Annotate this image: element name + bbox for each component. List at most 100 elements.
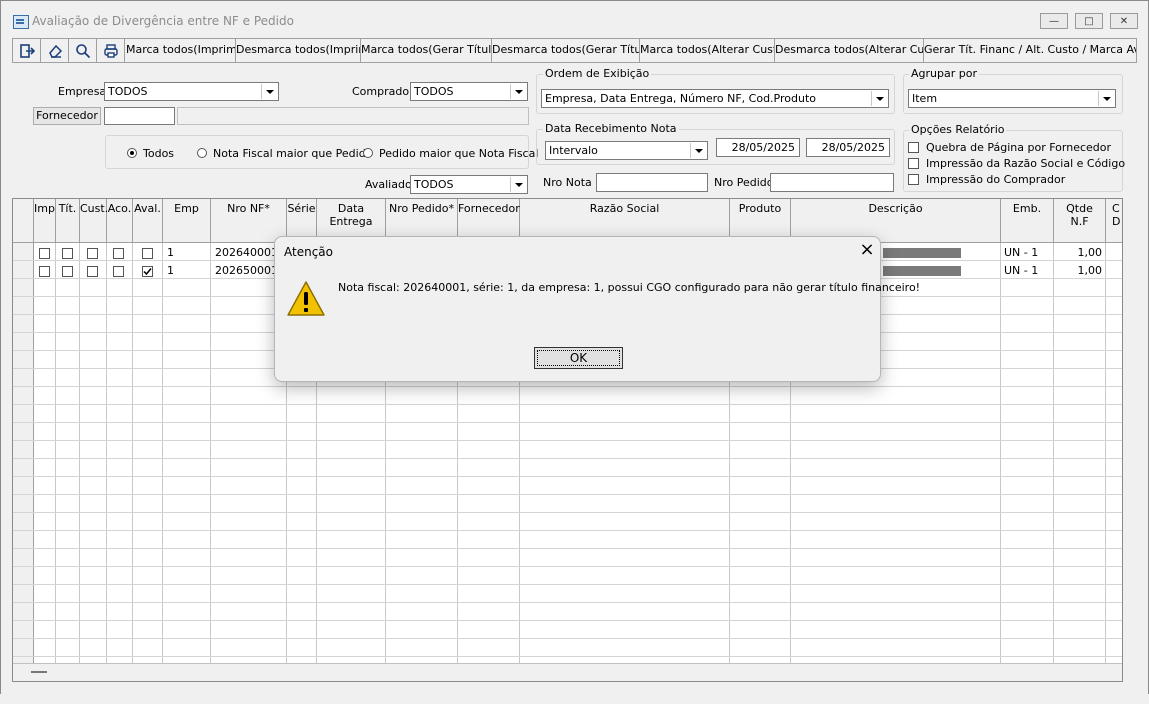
row1-aval-checkbox[interactable] [142, 248, 153, 259]
ok-button[interactable]: OK [534, 347, 623, 369]
row2-descricao-redacted [883, 266, 961, 276]
chevron-down-icon [510, 177, 526, 192]
radio-todos[interactable] [127, 148, 137, 158]
clear-button[interactable] [41, 39, 69, 62]
col-qtde-nf[interactable]: Qtde N.F [1054, 199, 1106, 243]
razao-social-checkbox[interactable] [908, 158, 919, 169]
grid-vline [210, 243, 211, 663]
empresa-select[interactable]: TODOS [104, 82, 279, 101]
close-window-button[interactable]: ✕ [1110, 13, 1138, 29]
nro-nota-input[interactable] [596, 173, 708, 192]
close-icon: × [859, 239, 875, 260]
empresa-label: Empresa [58, 85, 107, 98]
col-aco[interactable]: Aco. [107, 199, 133, 243]
nro-pedido-input[interactable] [770, 173, 894, 192]
row2-aco-checkbox[interactable] [113, 266, 124, 277]
quebra-pagina-checkbox[interactable] [908, 142, 919, 153]
chevron-down-icon [510, 84, 526, 99]
agrupar-legend: Agrupar por [909, 67, 979, 80]
col-emb[interactable]: Emb. [1001, 199, 1054, 243]
col-qtde-line1: Qtde [1066, 202, 1093, 215]
minimize-button[interactable]: — [1040, 13, 1068, 29]
mark-all-cost-button[interactable]: Marca todos(Alterar Custo) [640, 39, 775, 62]
row1-tit-checkbox[interactable] [62, 248, 73, 259]
row2-imp-checkbox[interactable] [39, 266, 50, 277]
radio-nf-maior[interactable] [197, 148, 207, 158]
col-cust[interactable]: Cust. [80, 199, 108, 243]
grid-hline [13, 494, 1122, 495]
ordem-value: Empresa, Data Entrega, Número NF, Cod.Pr… [545, 92, 816, 105]
row2-nro-nf: 202650001 [215, 264, 278, 277]
radio-pedido-maior-label: Pedido maior que Nota Fiscal [379, 147, 539, 160]
grid-hline [13, 638, 1122, 639]
grid-hline [13, 620, 1122, 621]
restore-button[interactable]: □ [1075, 13, 1103, 29]
ordem-legend: Ordem de Exibição [543, 67, 652, 80]
grid-hline [13, 602, 1122, 603]
comprador-print-label: Impressão do Comprador [926, 173, 1066, 186]
grid-vline [55, 243, 56, 663]
col-emp[interactable]: Emp [163, 199, 211, 243]
unmark-all-title-button[interactable]: Desmarca todos(Gerar Título) [492, 39, 640, 62]
search-button[interactable] [69, 39, 97, 62]
row2-cust-checkbox[interactable] [87, 266, 98, 277]
row2-tit-checkbox[interactable] [62, 266, 73, 277]
status-strip [0, 694, 1149, 704]
mark-all-title-button[interactable]: Marca todos(Gerar Título) [361, 39, 492, 62]
row1-aco-checkbox[interactable] [113, 248, 124, 259]
warning-icon [287, 281, 325, 316]
row2-emb: UN - 1 [1004, 264, 1039, 277]
search-icon [75, 44, 90, 59]
fornecedor-code-input[interactable] [104, 107, 175, 125]
agrupar-value: Item [912, 92, 938, 105]
opcoes-legend: Opções Relatório [909, 123, 1007, 136]
chevron-down-icon [690, 143, 706, 158]
col-aval[interactable]: Aval. [133, 199, 163, 243]
row2-aval-checkbox[interactable] [142, 266, 153, 277]
col-nro-nf[interactable]: Nro NF* [211, 199, 287, 243]
avaliado-select[interactable]: TODOS [410, 175, 528, 194]
title-bar: Avaliação de Divergência entre NF e Pedi… [1, 1, 1148, 37]
col-next-line2: D [1112, 215, 1121, 228]
row2-qtde: 1,00 [1077, 264, 1103, 277]
row-indicator-column [13, 243, 34, 663]
row1-descricao-redacted [883, 248, 961, 258]
exit-button[interactable] [13, 39, 41, 62]
grid-hline [13, 422, 1122, 423]
grid-hline [13, 404, 1122, 405]
print-icon [103, 44, 118, 58]
grid-hline [13, 566, 1122, 567]
nro-nota-label: Nro Nota [543, 176, 592, 189]
date-from-input[interactable]: 28/05/2025 [716, 138, 800, 157]
row1-qtde: 1,00 [1077, 246, 1103, 259]
fornecedor-button[interactable]: Fornecedor [33, 107, 101, 125]
col-tit[interactable]: Tít. [56, 199, 80, 243]
radio-todos-label: Todos [143, 147, 175, 160]
ordem-select[interactable]: Empresa, Data Entrega, Número NF, Cod.Pr… [541, 89, 889, 108]
print-button[interactable] [97, 39, 125, 62]
empresa-value: TODOS [108, 85, 148, 98]
row1-cust-checkbox[interactable] [87, 248, 98, 259]
window-title: Avaliação de Divergência entre NF e Pedi… [32, 14, 294, 28]
comprador-checkbox[interactable] [908, 174, 919, 185]
radio-pedido-maior[interactable] [363, 148, 373, 158]
agrupar-select[interactable]: Item [908, 89, 1116, 108]
quebra-pagina-label: Quebra de Página por Fornecedor [926, 141, 1112, 154]
radio-nf-maior-label: Nota Fiscal maior que Pedido [213, 147, 373, 160]
row1-imp-checkbox[interactable] [39, 248, 50, 259]
date-to-input[interactable]: 28/05/2025 [806, 138, 890, 157]
dialog-close-button[interactable]: × [859, 241, 875, 259]
grid-vline [1105, 243, 1106, 663]
mark-all-print-button[interactable]: Marca todos(Imprimir) [126, 39, 236, 62]
col-imp[interactable]: Imp. [34, 199, 58, 243]
unmark-all-cost-button[interactable]: Desmarca todos(Alterar Custo) [775, 39, 924, 62]
grid-hline [13, 458, 1122, 459]
data-mode-select[interactable]: Intervalo [545, 141, 708, 160]
chevron-down-icon [1098, 91, 1114, 106]
row2-emp: 1 [167, 264, 174, 277]
col-next[interactable]: CD [1106, 199, 1122, 243]
comprador-select[interactable]: TODOS [410, 82, 528, 101]
unmark-all-print-button[interactable]: Desmarca todos(Imprimir) [236, 39, 361, 62]
comprador-label: Comprador [352, 85, 414, 98]
generate-title-button[interactable]: Gerar Tít. Financ / Alt. Custo / Marca A… [924, 39, 1136, 62]
